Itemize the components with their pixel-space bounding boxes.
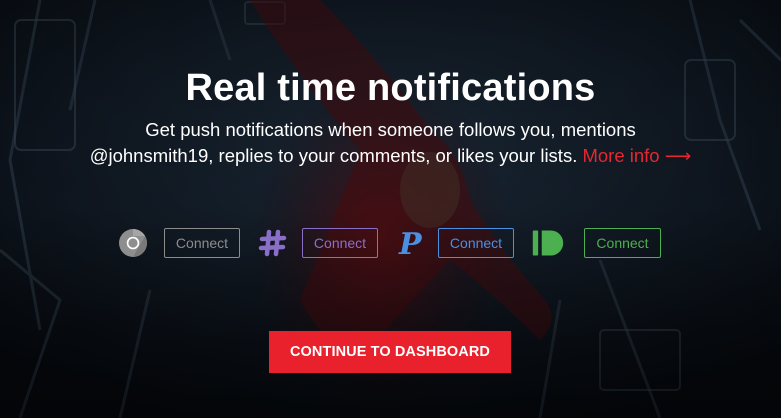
page-title: Real time notifications [185,67,596,109]
connect-slack-button[interactable]: Connect [302,228,378,258]
connect-pushover-button[interactable]: Connect [438,228,514,258]
connect-chrome-button[interactable]: Connect [164,228,240,258]
slack-hash-icon [256,227,290,259]
pushbullet-p-icon: P [394,227,428,259]
more-info-link[interactable]: More info ⟶ [582,145,691,166]
subtitle-line-1: Get push notifications when someone foll… [145,119,636,140]
continue-to-dashboard-button[interactable]: CONTINUE TO DASHBOARD [269,331,511,373]
arrow-right-icon: ⟶ [664,145,692,166]
notifications-content: Real time notifications Get push notific… [0,0,781,418]
page-subtitle: Get push notifications when someone foll… [30,117,751,169]
pushbullet-icon [531,227,565,259]
connect-services-row: Connect Connect P Connect Connect [0,227,781,259]
svg-text:P: P [398,227,423,259]
more-info-label: More info [582,145,660,166]
chrome-icon [116,227,150,259]
subtitle-line-2: @johnsmith19, replies to your comments, … [89,145,578,166]
notifications-screen: Real time notifications Get push notific… [0,0,781,418]
connect-pushbullet-button[interactable]: Connect [584,228,661,258]
